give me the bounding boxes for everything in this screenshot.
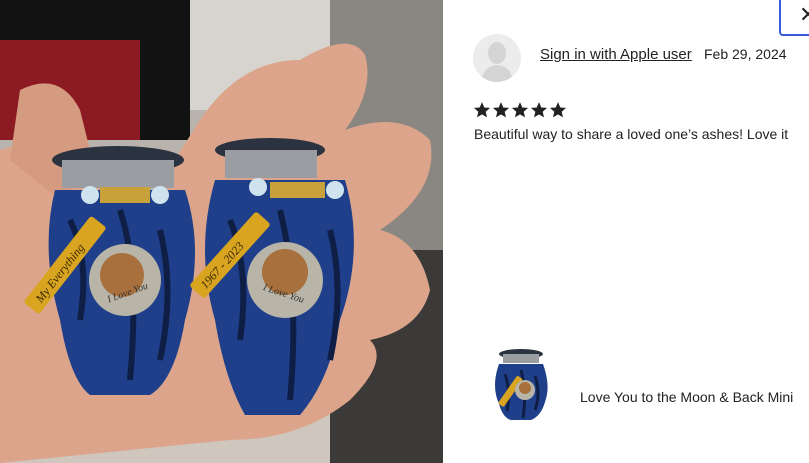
product-name-link[interactable]: Love You to the Moon & Back Mini — [580, 389, 793, 405]
star-rating — [473, 101, 567, 119]
urn-photo: My Everything I Love You 1967 - 2023 I L… — [0, 0, 443, 463]
review-panel: ✕ Sign in with Apple user Feb 29, 2024 B… — [443, 0, 809, 463]
review-text: Beautiful way to share a loved one’s ash… — [474, 126, 789, 142]
star-icon — [473, 102, 491, 118]
star-icon — [549, 102, 567, 118]
reviewer-name-link[interactable]: Sign in with Apple user — [540, 46, 692, 63]
review-photo[interactable]: My Everything I Love You 1967 - 2023 I L… — [0, 0, 443, 463]
star-icon — [492, 102, 510, 118]
user-avatar-icon — [473, 34, 521, 82]
product-thumbnail[interactable] — [491, 346, 551, 422]
close-icon: ✕ — [799, 2, 809, 27]
star-icon — [511, 102, 529, 118]
close-button[interactable]: ✕ — [779, 0, 809, 36]
review-date: Feb 29, 2024 — [704, 46, 787, 62]
star-icon — [530, 102, 548, 118]
